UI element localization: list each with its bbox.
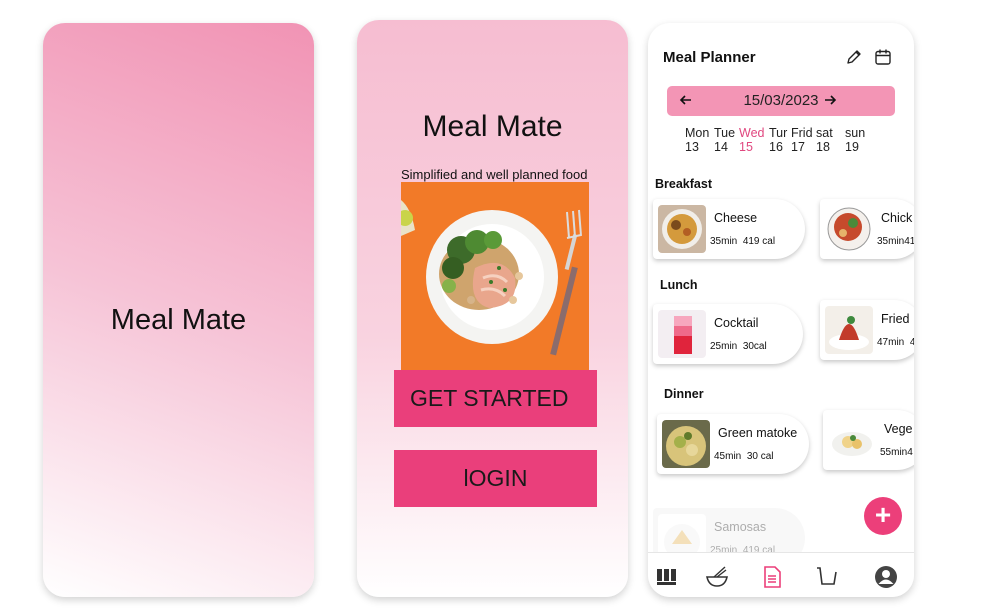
meal-meta: 45min 30 cal [714,451,774,462]
meal-card[interactable]: Cheese 35min 419 cal [653,199,805,259]
meal-image [658,310,706,358]
bottom-nav [648,552,914,597]
day-mon[interactable]: Mon 13 [685,126,709,154]
document-icon[interactable] [760,565,784,589]
meal-meta: 35min41 [877,236,914,247]
grid-icon[interactable] [656,565,680,589]
meal-card[interactable]: Cocktail 25min 30cal [653,304,803,364]
day-sat[interactable]: sat 18 [816,126,833,154]
meal-meta: 35min 419 cal [710,236,776,247]
plus-icon: + [874,499,892,530]
meal-name: Cocktail [714,316,759,330]
meal-name: Samosas [714,520,767,534]
date-selector: 15/03/2023 [667,86,895,116]
current-date: 15/03/2023 [743,92,819,109]
meal-card[interactable]: Fried 47min 4 [820,300,914,360]
meal-meta: 25min 30cal [710,341,767,352]
bowl-whisk-icon[interactable] [705,565,729,589]
section-breakfast: Breakfast [655,177,712,191]
meal-image [828,416,876,464]
section-dinner: Dinner [664,387,704,401]
cart-icon[interactable] [815,565,839,589]
meal-name: Green matoke [718,426,798,440]
profile-icon[interactable] [874,565,898,589]
meal-image [662,420,710,468]
meal-card[interactable]: Chick 35min41 [820,199,914,259]
arrow-right-icon[interactable] [822,92,838,108]
day-fri[interactable]: Frid 17 [791,126,813,154]
splash-title: Meal Mate [110,304,247,336]
meal-meta: 55min4 [880,447,913,458]
login-button[interactable]: lOGIN [394,450,597,507]
meal-planner-screen: Meal Planner 15/03/2023 Mon 13 Tue 14 Wed 1… [648,23,914,597]
calendar-icon[interactable] [874,48,892,66]
meal-meta: 47min 4 [877,337,914,348]
pencil-icon[interactable] [845,48,863,66]
meal-image [658,205,706,253]
meal-image [825,205,873,253]
planner-title: Meal Planner [663,49,756,66]
meal-name: Fried [881,312,910,326]
section-lunch: Lunch [660,278,698,292]
day-wed[interactable]: Wed 15 [739,126,764,154]
day-thu[interactable]: Tur 16 [769,126,787,154]
splash-screen: Meal Mate [43,23,314,597]
day-tue[interactable]: Tue 14 [714,126,735,154]
hero-food-image [401,182,589,372]
get-started-button[interactable]: GET STARTED [394,370,597,427]
add-meal-button[interactable]: + [864,497,902,535]
day-sun[interactable]: sun 19 [845,126,865,154]
welcome-subtitle: Simplified and well planned food [401,167,588,182]
welcome-screen: Meal Mate Simplified and well planned fo… [357,20,628,597]
meal-image [825,306,873,354]
meal-name: Chick [881,211,913,225]
welcome-title: Meal Mate [422,110,563,143]
meal-name: Cheese [714,211,758,225]
meal-card[interactable]: Vege 55min4 [823,410,914,470]
meal-name: Vege [884,422,913,436]
meal-card[interactable]: Green matoke 45min 30 cal [657,414,809,474]
